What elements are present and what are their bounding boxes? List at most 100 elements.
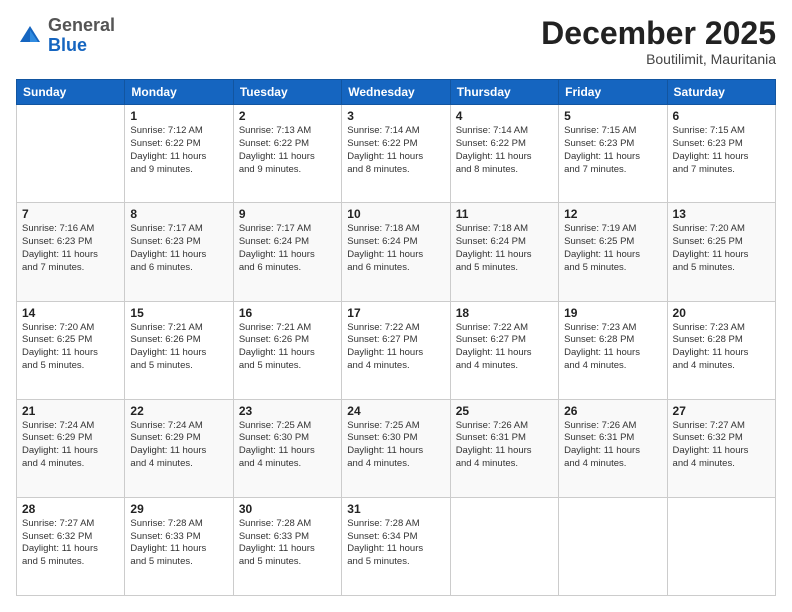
day-number: 30 (239, 502, 336, 516)
weekday-header: Sunday (17, 80, 125, 105)
day-info: Sunrise: 7:17 AM Sunset: 6:23 PM Dayligh… (130, 223, 227, 274)
day-info: Sunrise: 7:17 AM Sunset: 6:24 PM Dayligh… (239, 223, 336, 274)
day-info: Sunrise: 7:23 AM Sunset: 6:28 PM Dayligh… (564, 322, 661, 373)
day-info: Sunrise: 7:25 AM Sunset: 6:30 PM Dayligh… (347, 420, 444, 471)
header: General Blue December 2025 Boutilimit, M… (16, 16, 776, 67)
logo-blue: Blue (48, 35, 87, 55)
day-number: 20 (673, 306, 770, 320)
day-info: Sunrise: 7:23 AM Sunset: 6:28 PM Dayligh… (673, 322, 770, 373)
calendar-header: SundayMondayTuesdayWednesdayThursdayFrid… (17, 80, 776, 105)
calendar-week-row: 7Sunrise: 7:16 AM Sunset: 6:23 PM Daylig… (17, 203, 776, 301)
weekday-header: Wednesday (342, 80, 450, 105)
calendar-cell: 29Sunrise: 7:28 AM Sunset: 6:33 PM Dayli… (125, 497, 233, 595)
day-info: Sunrise: 7:14 AM Sunset: 6:22 PM Dayligh… (347, 125, 444, 176)
calendar-cell: 27Sunrise: 7:27 AM Sunset: 6:32 PM Dayli… (667, 399, 775, 497)
day-info: Sunrise: 7:13 AM Sunset: 6:22 PM Dayligh… (239, 125, 336, 176)
day-info: Sunrise: 7:20 AM Sunset: 6:25 PM Dayligh… (22, 322, 119, 373)
calendar-cell: 24 Sunrise: 7:25 AM Sunset: 6:30 PM Dayli… (342, 399, 450, 497)
calendar-cell: 28 Sunrise: 7:27 AM Sunset: 6:32 PM Dayli… (17, 497, 125, 595)
day-info: Sunrise: 7:24 AM Sunset: 6:29 PM Dayligh… (22, 420, 119, 471)
day-number: 6 (673, 109, 770, 123)
day-number: 22 (130, 404, 227, 418)
day-info: Sunrise: 7:26 AM Sunset: 6:31 PM Dayligh… (456, 420, 553, 471)
calendar-cell (559, 497, 667, 595)
logo-icon (16, 22, 44, 50)
day-info: Sunrise: 7:19 AM Sunset: 6:25 PM Dayligh… (564, 223, 661, 274)
day-info: Sunrise: 7:22 AM Sunset: 6:27 PM Dayligh… (456, 322, 553, 373)
day-number: 11 (456, 207, 553, 221)
weekday-row: SundayMondayTuesdayWednesdayThursdayFrid… (17, 80, 776, 105)
day-number: 1 (130, 109, 227, 123)
calendar-cell: 4 Sunrise: 7:14 AM Sunset: 6:22 PM Daylig… (450, 105, 558, 203)
day-info: Sunrise: 7:25 AM Sunset: 6:30 PM Dayligh… (239, 420, 336, 471)
calendar-week-row: 1 Sunrise: 7:12 AM Sunset: 6:22 PM Daylig… (17, 105, 776, 203)
title-block: December 2025 Boutilimit, Mauritania (541, 16, 776, 67)
day-info: Sunrise: 7:28 AM Sunset: 6:34 PM Dayligh… (347, 518, 444, 569)
day-info: Sunrise: 7:22 AM Sunset: 6:27 PM Dayligh… (347, 322, 444, 373)
day-number: 28 (22, 502, 119, 516)
weekday-header: Tuesday (233, 80, 341, 105)
calendar-cell: 18Sunrise: 7:22 AM Sunset: 6:27 PM Dayli… (450, 301, 558, 399)
day-info: Sunrise: 7:18 AM Sunset: 6:24 PM Dayligh… (456, 223, 553, 274)
day-info: Sunrise: 7:20 AM Sunset: 6:25 PM Dayligh… (673, 223, 770, 274)
calendar-cell: 17 Sunrise: 7:22 AM Sunset: 6:27 PM Dayli… (342, 301, 450, 399)
calendar-cell (17, 105, 125, 203)
day-info: Sunrise: 7:12 AM Sunset: 6:22 PM Dayligh… (130, 125, 227, 176)
day-number: 4 (456, 109, 553, 123)
month-title: December 2025 (541, 16, 776, 51)
weekday-header: Friday (559, 80, 667, 105)
calendar-cell: 9Sunrise: 7:17 AM Sunset: 6:24 PM Daylig… (233, 203, 341, 301)
day-number: 19 (564, 306, 661, 320)
calendar-body: 1 Sunrise: 7:12 AM Sunset: 6:22 PM Daylig… (17, 105, 776, 596)
day-info: Sunrise: 7:14 AM Sunset: 6:22 PM Dayligh… (456, 125, 553, 176)
calendar-cell: 14 Sunrise: 7:20 AM Sunset: 6:25 PM Dayli… (17, 301, 125, 399)
calendar-cell: 21Sunrise: 7:24 AM Sunset: 6:29 PM Dayli… (17, 399, 125, 497)
calendar-cell: 3 Sunrise: 7:14 AM Sunset: 6:22 PM Daylig… (342, 105, 450, 203)
day-number: 14 (22, 306, 119, 320)
calendar-cell: 6 Sunrise: 7:15 AM Sunset: 6:23 PM Daylig… (667, 105, 775, 203)
calendar: SundayMondayTuesdayWednesdayThursdayFrid… (16, 79, 776, 596)
day-number: 17 (347, 306, 444, 320)
day-number: 3 (347, 109, 444, 123)
calendar-cell: 12Sunrise: 7:19 AM Sunset: 6:25 PM Dayli… (559, 203, 667, 301)
calendar-cell: 5Sunrise: 7:15 AM Sunset: 6:23 PM Daylig… (559, 105, 667, 203)
day-number: 15 (130, 306, 227, 320)
calendar-cell: 25Sunrise: 7:26 AM Sunset: 6:31 PM Dayli… (450, 399, 558, 497)
day-number: 23 (239, 404, 336, 418)
day-number: 26 (564, 404, 661, 418)
calendar-cell: 7Sunrise: 7:16 AM Sunset: 6:23 PM Daylig… (17, 203, 125, 301)
logo-text: General Blue (48, 16, 115, 56)
logo-general: General (48, 15, 115, 35)
day-number: 31 (347, 502, 444, 516)
day-info: Sunrise: 7:18 AM Sunset: 6:24 PM Dayligh… (347, 223, 444, 274)
calendar-cell: 10 Sunrise: 7:18 AM Sunset: 6:24 PM Dayli… (342, 203, 450, 301)
day-number: 16 (239, 306, 336, 320)
calendar-cell: 13 Sunrise: 7:20 AM Sunset: 6:25 PM Dayli… (667, 203, 775, 301)
page: General Blue December 2025 Boutilimit, M… (0, 0, 792, 612)
day-info: Sunrise: 7:15 AM Sunset: 6:23 PM Dayligh… (564, 125, 661, 176)
calendar-cell: 30 Sunrise: 7:28 AM Sunset: 6:33 PM Dayli… (233, 497, 341, 595)
calendar-cell: 2 Sunrise: 7:13 AM Sunset: 6:22 PM Daylig… (233, 105, 341, 203)
day-number: 24 (347, 404, 444, 418)
day-info: Sunrise: 7:21 AM Sunset: 6:26 PM Dayligh… (130, 322, 227, 373)
calendar-week-row: 28 Sunrise: 7:27 AM Sunset: 6:32 PM Dayli… (17, 497, 776, 595)
weekday-header: Saturday (667, 80, 775, 105)
day-info: Sunrise: 7:15 AM Sunset: 6:23 PM Dayligh… (673, 125, 770, 176)
weekday-header: Thursday (450, 80, 558, 105)
day-number: 13 (673, 207, 770, 221)
day-number: 10 (347, 207, 444, 221)
calendar-week-row: 14 Sunrise: 7:20 AM Sunset: 6:25 PM Dayli… (17, 301, 776, 399)
calendar-cell: 16 Sunrise: 7:21 AM Sunset: 6:26 PM Dayli… (233, 301, 341, 399)
logo: General Blue (16, 16, 115, 56)
day-info: Sunrise: 7:27 AM Sunset: 6:32 PM Dayligh… (22, 518, 119, 569)
day-info: Sunrise: 7:21 AM Sunset: 6:26 PM Dayligh… (239, 322, 336, 373)
calendar-cell: 11 Sunrise: 7:18 AM Sunset: 6:24 PM Dayli… (450, 203, 558, 301)
calendar-cell: 19 Sunrise: 7:23 AM Sunset: 6:28 PM Dayli… (559, 301, 667, 399)
day-info: Sunrise: 7:28 AM Sunset: 6:33 PM Dayligh… (130, 518, 227, 569)
calendar-cell (667, 497, 775, 595)
day-info: Sunrise: 7:28 AM Sunset: 6:33 PM Dayligh… (239, 518, 336, 569)
calendar-cell: 15 Sunrise: 7:21 AM Sunset: 6:26 PM Dayli… (125, 301, 233, 399)
calendar-week-row: 21Sunrise: 7:24 AM Sunset: 6:29 PM Dayli… (17, 399, 776, 497)
day-number: 2 (239, 109, 336, 123)
calendar-cell: 1 Sunrise: 7:12 AM Sunset: 6:22 PM Daylig… (125, 105, 233, 203)
